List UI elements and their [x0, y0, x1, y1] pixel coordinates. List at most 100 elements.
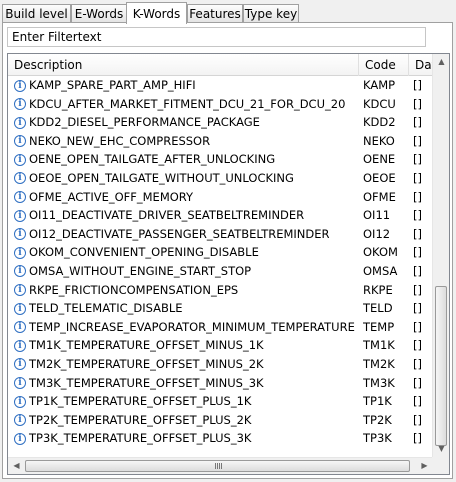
description-text: RKPE_FRICTIONCOMPENSATION_EPS	[29, 282, 239, 297]
date-cell: []	[413, 356, 422, 371]
info-icon: i	[14, 116, 26, 129]
table-row[interactable]: i TELD_TELEMATIC_DISABLE TELD []	[8, 299, 433, 318]
code-cell: NEKO	[363, 133, 395, 148]
description-text: OI12_DEACTIVATE_PASSENGER_SEATBELTREMIND…	[29, 226, 330, 241]
vertical-scrollbar[interactable]: ▲ ▼	[432, 54, 449, 457]
info-icon: i	[14, 228, 26, 241]
description-cell: i TM2K_TEMPERATURE_OFFSET_MINUS_2K	[14, 355, 359, 374]
table-row[interactable]: i OKOM_CONVENIENT_OPENING_DISABLE OKOM []	[8, 243, 433, 262]
tab-build-level[interactable]: Build level	[2, 4, 71, 23]
table-row[interactable]: i OENE_OPEN_TAILGATE_AFTER_UNLOCKING OENE […	[8, 150, 433, 169]
code-cell: OKOM	[363, 245, 398, 260]
table-row[interactable]: i TM1K_TEMPERATURE_OFFSET_MINUS_1K TM1K []	[8, 336, 433, 355]
horizontal-scrollbar[interactable]: ◀ ▶	[8, 457, 433, 474]
description-text: TP3K_TEMPERATURE_OFFSET_PLUS_3K	[29, 431, 252, 446]
code-cell: KAMP	[363, 78, 396, 92]
tab-features[interactable]: Features	[187, 4, 243, 23]
description-cell: i OEOE_OPEN_TAILGATE_WITHOUT_UNLOCKING	[14, 169, 359, 188]
date-cell: []	[413, 394, 422, 409]
table-row[interactable]: i OEOE_OPEN_TAILGATE_WITHOUT_UNLOCKING OEO…	[8, 169, 433, 188]
description-text: TM2K_TEMPERATURE_OFFSET_MINUS_2K	[29, 356, 264, 371]
scroll-up-icon[interactable]: ▲	[433, 57, 449, 67]
description-cell: i TP1K_TEMPERATURE_OFFSET_PLUS_1K	[14, 392, 359, 411]
table-row[interactable]: i OI11_DEACTIVATE_DRIVER_SEATBELTREMINDER…	[8, 206, 433, 225]
table-row[interactable]: i TP2K_TEMPERATURE_OFFSET_PLUS_2K TP2K []	[8, 411, 433, 430]
info-icon: i	[14, 79, 26, 92]
description-cell: i OI12_DEACTIVATE_PASSENGER_SEATBELTREMIN…	[14, 225, 359, 244]
date-cell: []	[413, 96, 422, 111]
tab-e-words[interactable]: E-Words	[71, 4, 127, 23]
column-header-date[interactable]: Date	[409, 54, 433, 76]
table-row[interactable]: i OFME_ACTIVE_OFF_MEMORY OFME []	[8, 188, 433, 207]
date-cell: []	[413, 189, 422, 204]
description-cell: i OMSA_WITHOUT_ENGINE_START_STOP	[14, 262, 359, 281]
info-icon: i	[14, 395, 26, 408]
description-text: KDCU_AFTER_MARKET_FITMENT_DCU_21_FOR_DCU…	[29, 96, 346, 111]
date-cell: []	[413, 375, 422, 390]
date-cell: []	[413, 115, 422, 130]
description-text: OKOM_CONVENIENT_OPENING_DISABLE	[29, 245, 259, 260]
info-icon: i	[14, 265, 26, 278]
tab-k-words[interactable]: K-Words	[126, 2, 187, 24]
info-icon: i	[14, 246, 26, 259]
table-row[interactable]: i KAMP_SPARE_PART_AMP_HIFI KAMP []	[8, 76, 433, 95]
table-row[interactable]: i TP1K_TEMPERATURE_OFFSET_PLUS_1K TP1K []	[8, 392, 433, 411]
description-cell: i KAMP_SPARE_PART_AMP_HIFI	[14, 76, 359, 95]
code-cell: TP2K	[363, 412, 392, 427]
description-text: KDD2_DIESEL_PERFORMANCE_PACKAGE	[29, 115, 260, 130]
scroll-left-icon[interactable]: ◀	[8, 461, 25, 471]
info-icon: i	[14, 339, 26, 352]
vertical-scroll-thumb[interactable]	[435, 286, 447, 446]
description-cell: i OI11_DEACTIVATE_DRIVER_SEATBELTREMINDER	[14, 206, 359, 225]
table-row[interactable]: i KDCU_AFTER_MARKET_FITMENT_DCU_21_FOR_DC…	[8, 95, 433, 114]
code-cell: TM1K	[363, 338, 395, 353]
description-cell: i KDD2_DIESEL_PERFORMANCE_PACKAGE	[14, 113, 359, 132]
description-text: OMSA_WITHOUT_ENGINE_START_STOP	[29, 263, 252, 278]
column-header-code[interactable]: Code	[359, 54, 409, 76]
table-row[interactable]: i RKPE_FRICTIONCOMPENSATION_EPS RKPE []	[8, 281, 433, 300]
code-cell: OENE	[363, 152, 396, 167]
info-icon: i	[14, 302, 26, 315]
scroll-right-icon[interactable]: ▶	[416, 461, 433, 471]
description-text: OI11_DEACTIVATE_DRIVER_SEATBELTREMINDER	[29, 208, 305, 223]
description-text: TM1K_TEMPERATURE_OFFSET_MINUS_1K	[29, 338, 264, 353]
info-icon: i	[14, 153, 26, 166]
description-text: NEKO_NEW_EHC_COMPRESSOR	[29, 133, 211, 148]
k-words-table: Description Code Date iKAMP_SPARE_PART_A…	[7, 53, 450, 475]
table-row[interactable]: i OI12_DEACTIVATE_PASSENGER_SEATBELTREMIN…	[8, 225, 433, 244]
description-text: OENE_OPEN_TAILGATE_AFTER_UNLOCKING	[29, 152, 276, 167]
filter-input[interactable]	[7, 27, 426, 47]
description-cell: i TP3K_TEMPERATURE_OFFSET_PLUS_3K	[14, 429, 359, 448]
horizontal-scroll-thumb[interactable]	[25, 460, 410, 472]
table-row[interactable]: i TP3K_TEMPERATURE_OFFSET_PLUS_3K TP3K []	[8, 429, 433, 448]
code-cell: OMSA	[363, 263, 398, 278]
date-cell: []	[413, 301, 422, 316]
date-cell: []	[413, 245, 422, 260]
table-row[interactable]: i TM2K_TEMPERATURE_OFFSET_MINUS_2K TM2K []	[8, 355, 433, 374]
date-cell: []	[413, 170, 422, 185]
k-words-panel: Description Code Date iKAMP_SPARE_PART_A…	[2, 22, 453, 479]
table-header: Description Code Date	[8, 54, 433, 76]
table-row[interactable]: i TEMP_INCREASE_EVAPORATOR_MINIMUM_TEMPER…	[8, 318, 433, 337]
scroll-down-icon[interactable]: ▼	[433, 444, 449, 454]
grip-icon	[214, 463, 222, 469]
description-cell: i OFME_ACTIVE_OFF_MEMORY	[14, 188, 359, 207]
table-row[interactable]: i TM3K_TEMPERATURE_OFFSET_MINUS_3K TM3K []	[8, 374, 433, 393]
table-row[interactable]: i KDD2_DIESEL_PERFORMANCE_PACKAGE KDD2 []	[8, 113, 433, 132]
code-cell: OI11	[363, 208, 391, 223]
code-cell: TP3K	[363, 431, 392, 446]
table-row[interactable]: i NEKO_NEW_EHC_COMPRESSOR NEKO []	[8, 132, 433, 151]
code-cell: TM3K	[363, 375, 395, 390]
table-row[interactable]: i OMSA_WITHOUT_ENGINE_START_STOP OMSA []	[8, 262, 433, 281]
date-cell: []	[413, 263, 422, 278]
date-cell: []	[413, 282, 422, 297]
code-cell: RKPE	[363, 282, 393, 297]
description-cell: i TM3K_TEMPERATURE_OFFSET_MINUS_3K	[14, 374, 359, 393]
description-cell: i NEKO_NEW_EHC_COMPRESSOR	[14, 132, 359, 151]
code-cell: OI12	[363, 226, 391, 241]
column-header-description[interactable]: Description	[8, 54, 359, 76]
info-icon: i	[14, 98, 26, 111]
description-text: KAMP_SPARE_PART_AMP_HIFI	[29, 78, 196, 92]
tab-type-key[interactable]: Type key	[243, 4, 299, 23]
description-cell: i TP2K_TEMPERATURE_OFFSET_PLUS_2K	[14, 411, 359, 430]
